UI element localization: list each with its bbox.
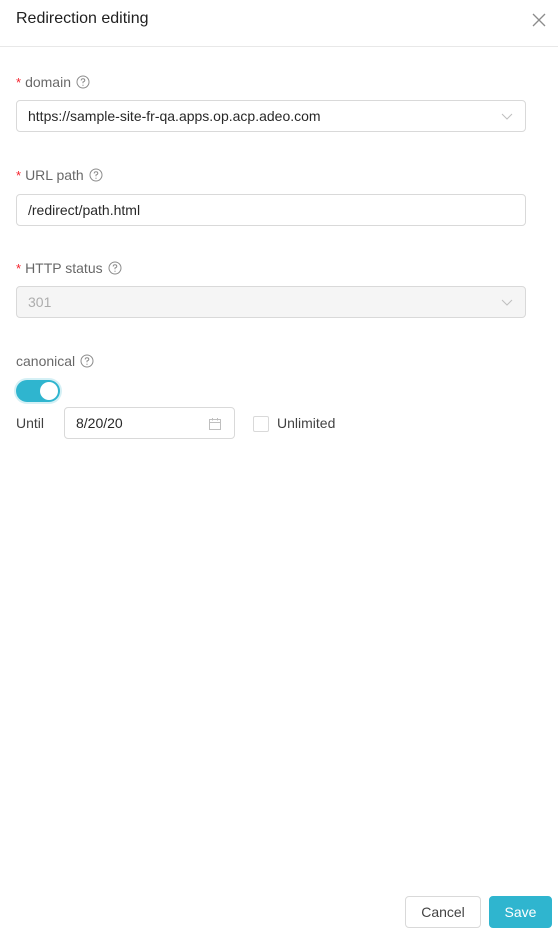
required-marker: * xyxy=(16,260,22,276)
canonical-label: canonical xyxy=(16,351,526,371)
drawer-title: Redirection editing xyxy=(16,10,149,27)
url-path-label: * URL path xyxy=(16,165,526,185)
calendar-icon xyxy=(209,418,221,430)
help-icon[interactable] xyxy=(76,75,90,89)
canonical-toggle[interactable] xyxy=(16,380,60,402)
close-icon[interactable] xyxy=(530,11,548,29)
http-status-label-text: HTTP status xyxy=(25,260,103,276)
until-label: Until xyxy=(16,415,45,431)
help-icon[interactable] xyxy=(80,354,94,368)
required-marker: * xyxy=(16,74,22,90)
http-status-select-value: 301 xyxy=(28,294,52,310)
canonical-label-text: canonical xyxy=(16,353,76,369)
http-status-label: * HTTP status xyxy=(16,258,526,278)
url-path-form-item: * URL path /redirect/path.html xyxy=(16,165,526,226)
domain-label-text: domain xyxy=(25,74,71,90)
url-path-input[interactable]: /redirect/path.html xyxy=(16,194,526,226)
help-icon[interactable] xyxy=(89,168,103,182)
unlimited-checkbox[interactable] xyxy=(253,416,269,432)
toggle-knob xyxy=(40,382,58,400)
drawer-header: Redirection editing xyxy=(0,0,558,47)
chevron-down-icon xyxy=(501,299,513,306)
until-date-value: 8/20/20 xyxy=(76,415,123,431)
url-path-label-text: URL path xyxy=(25,167,84,183)
save-button[interactable]: Save xyxy=(489,896,552,928)
domain-form-item: * domain https://sample-site-fr-qa.apps.… xyxy=(16,72,526,132)
url-path-input-value: /redirect/path.html xyxy=(28,202,141,218)
chevron-down-icon xyxy=(501,113,513,120)
cancel-button[interactable]: Cancel xyxy=(405,896,481,928)
help-icon[interactable] xyxy=(108,261,122,275)
required-marker: * xyxy=(16,167,22,183)
unlimited-label[interactable]: Unlimited xyxy=(277,415,335,431)
http-status-select: 301 xyxy=(16,286,526,318)
http-status-form-item: * HTTP status 301 xyxy=(16,258,526,318)
canonical-form-item: canonical xyxy=(16,351,526,371)
until-date-picker[interactable]: 8/20/20 xyxy=(64,407,235,439)
domain-select[interactable]: https://sample-site-fr-qa.apps.op.acp.ad… xyxy=(16,100,526,132)
domain-select-value: https://sample-site-fr-qa.apps.op.acp.ad… xyxy=(28,108,321,124)
domain-label: * domain xyxy=(16,72,526,92)
